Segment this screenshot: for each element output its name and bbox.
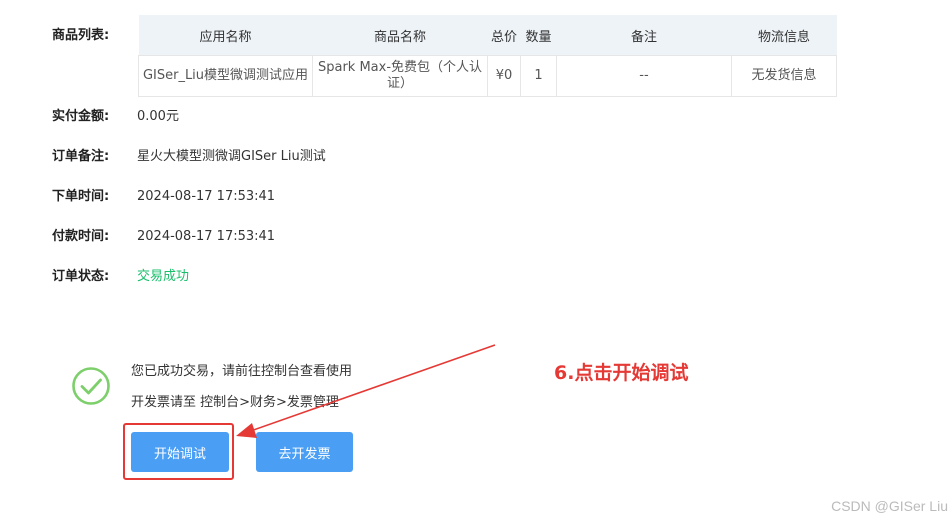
check-circle-icon (71, 366, 111, 406)
column-header-remark: 备注 (556, 15, 732, 56)
order-time-label: 下单时间: (52, 189, 110, 204)
product-table: 应用名称 商品名称 总价 数量 备注 物流信息 GISer_Liu模型微调测试应… (138, 15, 837, 97)
highlight-box (123, 423, 234, 480)
order-note-label: 订单备注: (52, 149, 110, 164)
cell-logistics: 无发货信息 (731, 55, 837, 97)
column-header-product-name: 商品名称 (312, 15, 488, 56)
order-time-value: 2024-08-17 17:53:41 (137, 189, 276, 204)
column-header-quantity: 数量 (520, 15, 557, 56)
order-status-label: 订单状态: (52, 269, 110, 284)
invoice-button[interactable]: 去开发票 (256, 432, 353, 472)
table-row: GISer_Liu模型微调测试应用 Spark Max-免费包（个人认证） ¥0… (138, 55, 837, 97)
column-header-total-price: 总价 (487, 15, 521, 56)
amount-value: 0.00元 (137, 109, 179, 124)
cell-total-price: ¥0 (487, 55, 521, 97)
order-status-value: 交易成功 (137, 269, 190, 284)
cell-app-name: GISer_Liu模型微调测试应用 (138, 55, 313, 97)
table-header-row: 应用名称 商品名称 总价 数量 备注 物流信息 (138, 15, 837, 56)
column-header-logistics: 物流信息 (731, 15, 837, 56)
amount-label: 实付金额: (52, 109, 110, 124)
watermark: CSDN @GISer Liu (831, 498, 948, 514)
column-header-app-name: 应用名称 (138, 15, 313, 56)
cell-product-name: Spark Max-免费包（个人认证） (312, 55, 488, 97)
cell-quantity: 1 (520, 55, 557, 97)
payment-time-label: 付款时间: (52, 229, 110, 244)
invoice-hint: 开发票请至 控制台>财务>发票管理 (131, 395, 339, 410)
order-note-value: 星火大模型测微调GISer Liu测试 (137, 149, 326, 164)
cell-remark: -- (556, 55, 732, 97)
annotation-label: 6.点击开始调试 (554, 362, 689, 384)
payment-time-value: 2024-08-17 17:53:41 (137, 229, 276, 244)
success-message: 您已成功交易，请前往控制台查看使用 (131, 364, 353, 379)
product-list-label: 商品列表: (52, 28, 110, 43)
